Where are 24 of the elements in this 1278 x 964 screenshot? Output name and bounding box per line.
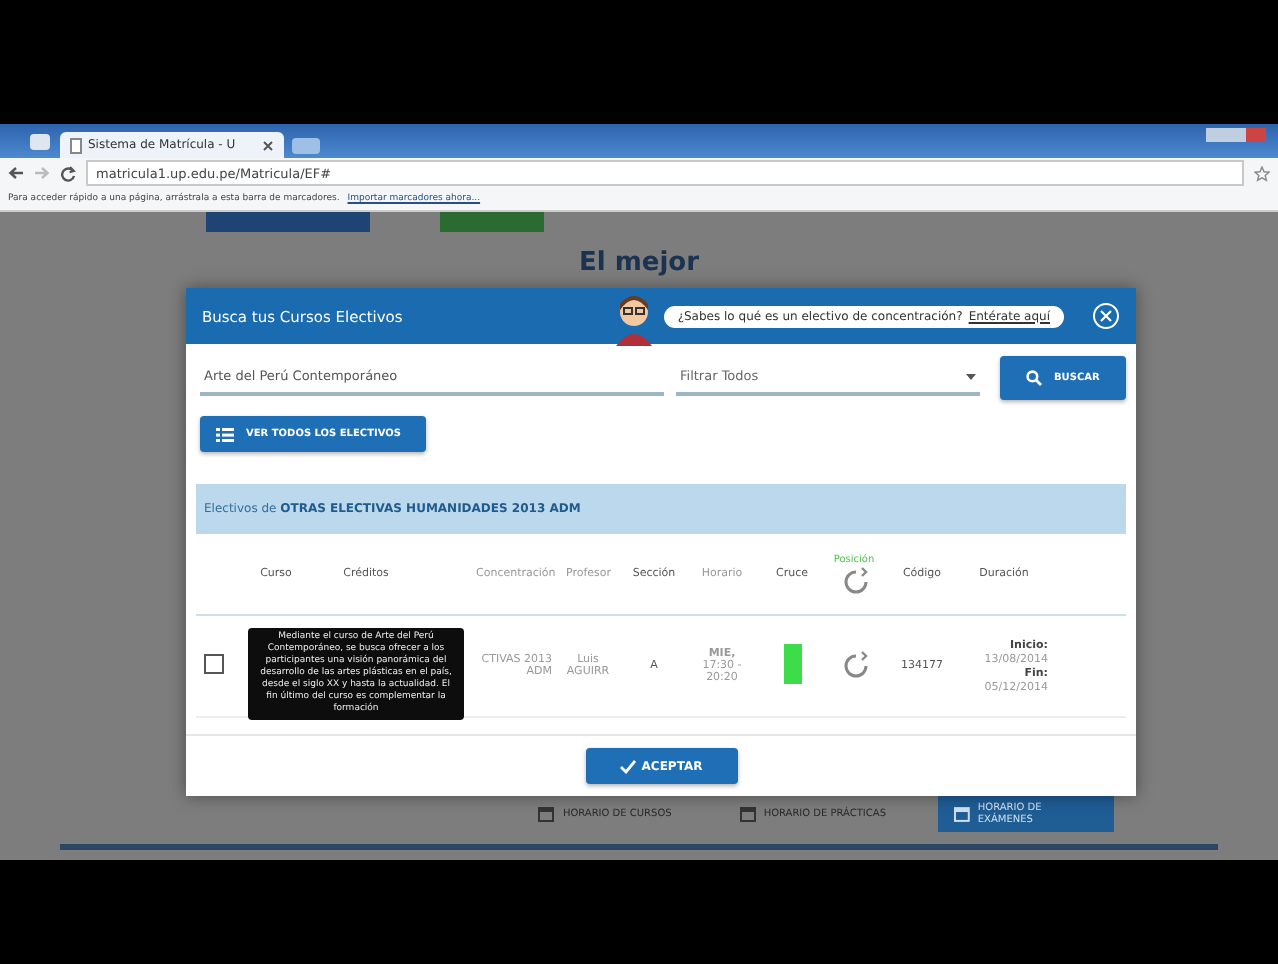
caret-icon bbox=[966, 373, 976, 379]
reload-icon bbox=[60, 165, 76, 181]
back-icon bbox=[8, 166, 24, 180]
close-icon bbox=[262, 139, 274, 151]
list-icon bbox=[216, 427, 234, 441]
page-icon bbox=[70, 137, 82, 153]
search-icon bbox=[1026, 370, 1042, 386]
forward-icon bbox=[34, 166, 50, 180]
page-button[interactable] bbox=[440, 212, 544, 232]
star-icon bbox=[1254, 165, 1270, 181]
check-icon bbox=[619, 759, 636, 773]
window-controls-icon bbox=[1206, 128, 1266, 142]
calendar-icon bbox=[739, 806, 756, 822]
new-tab-button[interactable] bbox=[292, 138, 320, 154]
page-button[interactable] bbox=[206, 212, 370, 232]
close-icon bbox=[1092, 302, 1120, 330]
calendar-icon bbox=[954, 806, 970, 822]
cartoon-character-icon bbox=[611, 294, 656, 346]
calendar-icon bbox=[538, 806, 555, 822]
browser-logo-icon bbox=[28, 131, 52, 151]
page-heading: El mejor bbox=[576, 248, 702, 278]
refresh-icon bbox=[840, 650, 868, 678]
refresh-icon bbox=[840, 566, 868, 594]
checkbox[interactable] bbox=[204, 654, 224, 674]
